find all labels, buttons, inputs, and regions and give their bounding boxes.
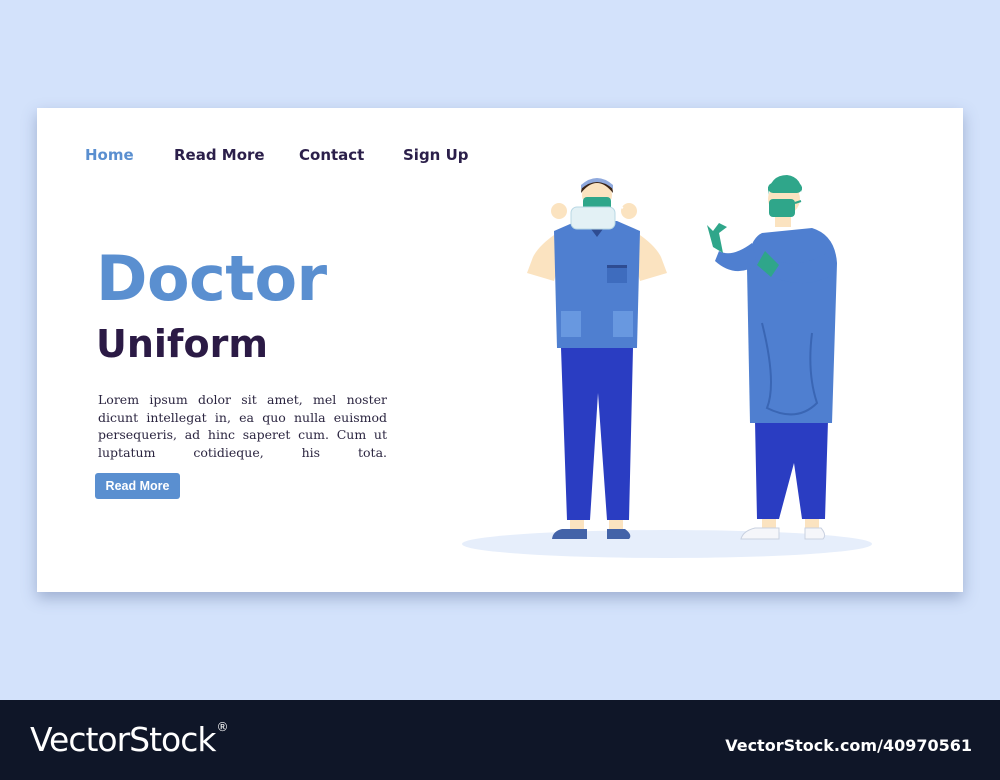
doctor-scrubs-illustration: [527, 178, 667, 539]
vectorstock-logo[interactable]: VectorStock®: [30, 720, 229, 759]
nav-contact[interactable]: Contact: [299, 146, 403, 164]
hero-subtitle: Uniform: [96, 322, 268, 366]
footer-bar: VectorStock® VectorStock.com/40970561: [0, 700, 1000, 780]
nav-read-more[interactable]: Read More: [174, 146, 299, 164]
hero-description: Lorem ipsum dolor sit amet, mel noster d…: [98, 392, 387, 460]
doctors-illustration: [462, 175, 872, 558]
stock-id-text: VectorStock.com/40970561: [725, 736, 972, 755]
brand-text: VectorStock: [30, 720, 216, 759]
read-more-button[interactable]: Read More: [95, 473, 180, 499]
top-nav: Home Read More Contact Sign Up: [85, 146, 483, 164]
hero-title: Doctor: [96, 242, 327, 315]
nav-sign-up[interactable]: Sign Up: [403, 146, 483, 164]
registered-mark: ®: [216, 720, 229, 734]
nav-home[interactable]: Home: [85, 146, 174, 164]
landing-card: Home Read More Contact Sign Up Doctor Un…: [37, 108, 963, 592]
surgeon-gown-illustration: [707, 175, 837, 540]
